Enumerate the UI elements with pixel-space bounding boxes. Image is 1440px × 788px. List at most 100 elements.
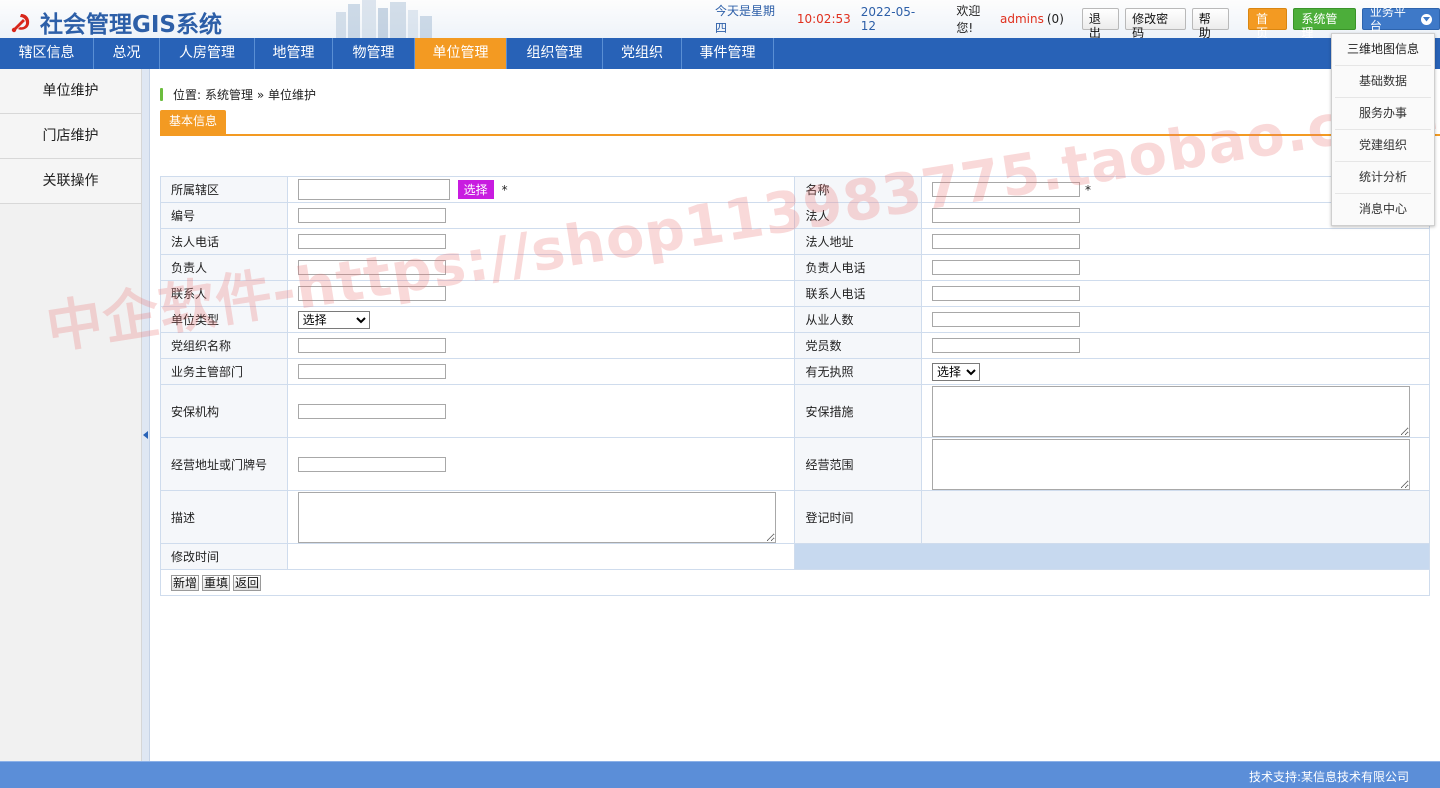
nav-item-land[interactable]: 地管理: [255, 38, 333, 69]
security-org-input[interactable]: [297, 403, 446, 419]
modify-time-value: [286, 543, 796, 570]
description-label: 描述: [160, 490, 288, 544]
required-mark: *: [1085, 182, 1092, 197]
form-row: 经营地址或门牌号 经营范围: [160, 437, 1430, 491]
legal-address-cell: [921, 228, 1430, 255]
nav-item-unit[interactable]: 单位管理: [415, 38, 507, 69]
district-input[interactable]: [297, 179, 450, 200]
license-select[interactable]: 选择: [932, 362, 981, 381]
form-row: 党组织名称 党员数: [160, 332, 1430, 359]
form-row: 描述 登记时间: [160, 490, 1430, 544]
security-measures-textarea[interactable]: [932, 385, 1411, 437]
sidebar-splitter[interactable]: [142, 69, 150, 761]
contact-phone-input[interactable]: [932, 286, 1081, 301]
business-dept-label: 业务主管部门: [160, 358, 288, 385]
breadcrumb: 位置: 系统管理 » 单位维护: [160, 86, 316, 102]
menu-item-party-building[interactable]: 党建组织: [1335, 130, 1431, 162]
nav-item-property[interactable]: 物管理: [333, 38, 415, 69]
form-row: 联系人 联系人电话: [160, 280, 1430, 307]
code-label: 编号: [160, 202, 288, 229]
unit-form: 所属辖区 选择 * 名称 * 编号 法人 法人电话 法人地址 负责人 负责人电话 …: [160, 176, 1430, 596]
menu-item-messages[interactable]: 消息中心: [1335, 194, 1431, 226]
footer: 技术支持:某信息技术有限公司: [0, 761, 1440, 788]
platform-menu-button[interactable]: 业务平台: [1361, 5, 1440, 33]
change-password-button[interactable]: 修改密码: [1125, 8, 1186, 40]
menu-item-statistics[interactable]: 统计分析: [1335, 162, 1431, 194]
menu-item-services[interactable]: 服务办事: [1335, 98, 1431, 130]
modify-time-spacer: [794, 543, 1430, 570]
sidebar-item-store-maintain[interactable]: 门店维护: [0, 114, 141, 159]
clock-time: 10:02:53: [796, 12, 851, 26]
home-button[interactable]: 首页: [1248, 8, 1288, 40]
nav-item-people-housing[interactable]: 人房管理: [160, 38, 255, 69]
modify-time-label: 修改时间: [160, 543, 288, 570]
reset-button[interactable]: 重填: [202, 574, 231, 591]
app-logo: 社会管理GIS系统: [8, 5, 222, 39]
business-scope-textarea[interactable]: [932, 438, 1411, 490]
platform-menu-label: 业务平台: [1369, 5, 1406, 33]
form-row: 修改时间: [160, 543, 1430, 570]
description-cell: [286, 490, 796, 544]
party-members-label: 党员数: [794, 332, 923, 359]
name-label: 名称: [794, 176, 923, 203]
unit-type-select[interactable]: 选择: [297, 310, 370, 329]
nav-item-overview[interactable]: 总况: [94, 38, 160, 69]
legal-address-input[interactable]: [932, 234, 1081, 249]
contact-cell: [286, 280, 796, 307]
register-time-label: 登记时间: [794, 490, 923, 544]
system-manage-button[interactable]: 系统管理: [1293, 8, 1356, 40]
code-input[interactable]: [297, 208, 446, 223]
legal-phone-input[interactable]: [297, 234, 446, 249]
name-input[interactable]: [932, 182, 1081, 197]
sidebar-item-link-ops[interactable]: 关联操作: [0, 159, 141, 204]
nav-item-party[interactable]: 党组织: [603, 38, 682, 69]
contact-phone-cell: [921, 280, 1430, 307]
staff-count-input[interactable]: [932, 312, 1081, 327]
collapse-arrow-icon[interactable]: [143, 431, 148, 439]
license-label: 有无执照: [794, 358, 923, 385]
help-button[interactable]: 帮助: [1191, 8, 1230, 40]
form-row: 所属辖区 选择 * 名称 *: [160, 176, 1430, 203]
nav-item-organization[interactable]: 组织管理: [507, 38, 603, 69]
add-button[interactable]: 新增: [171, 574, 200, 591]
security-org-label: 安保机构: [160, 384, 288, 438]
security-org-cell: [286, 384, 796, 438]
description-textarea[interactable]: [297, 491, 776, 543]
business-scope-label: 经营范围: [794, 437, 923, 491]
business-dept-input[interactable]: [297, 364, 446, 379]
legal-person-label: 法人: [794, 202, 923, 229]
tab-basic-info[interactable]: 基本信息: [160, 110, 227, 134]
district-select-button[interactable]: 选择: [457, 180, 494, 199]
business-address-cell: [286, 437, 796, 491]
sidebar-item-unit-maintain[interactable]: 单位维护: [0, 69, 141, 114]
register-time-value: [921, 490, 1430, 544]
back-button[interactable]: 返回: [233, 574, 262, 591]
contact-phone-label: 联系人电话: [794, 280, 923, 307]
security-measures-cell: [921, 384, 1430, 438]
breadcrumb-prefix: 位置:: [173, 87, 202, 102]
party-org-name-cell: [286, 332, 796, 359]
license-cell: 选择: [921, 358, 1430, 385]
party-members-input[interactable]: [932, 338, 1081, 353]
username-link[interactable]: admins: [1000, 12, 1044, 26]
menu-item-3d-map[interactable]: 三维地图信息: [1335, 34, 1431, 66]
form-row: 业务主管部门 有无执照 选择: [160, 358, 1430, 385]
manager-phone-input[interactable]: [932, 260, 1081, 275]
manager-input[interactable]: [297, 260, 446, 275]
tab-bar: 基本信息: [160, 110, 1440, 136]
main-nav: 辖区信息 总况 人房管理 地管理 物管理 单位管理 组织管理 党组织 事件管理: [0, 38, 1440, 69]
business-address-input[interactable]: [297, 456, 446, 472]
breadcrumb-marker-icon: [160, 87, 163, 101]
nav-item-district[interactable]: 辖区信息: [0, 38, 94, 69]
district-cell: 选择 *: [286, 176, 796, 203]
staff-count-cell: [921, 306, 1430, 333]
contact-input[interactable]: [297, 286, 446, 301]
logout-button[interactable]: 退出: [1081, 8, 1120, 40]
menu-item-basic-data[interactable]: 基础数据: [1335, 66, 1431, 98]
legal-person-input[interactable]: [932, 208, 1081, 223]
party-org-name-input[interactable]: [297, 338, 446, 353]
nav-item-events[interactable]: 事件管理: [682, 38, 774, 69]
app-title: 社会管理GIS系统: [40, 12, 223, 38]
legal-phone-label: 法人电话: [160, 228, 288, 255]
security-measures-label: 安保措施: [794, 384, 923, 438]
